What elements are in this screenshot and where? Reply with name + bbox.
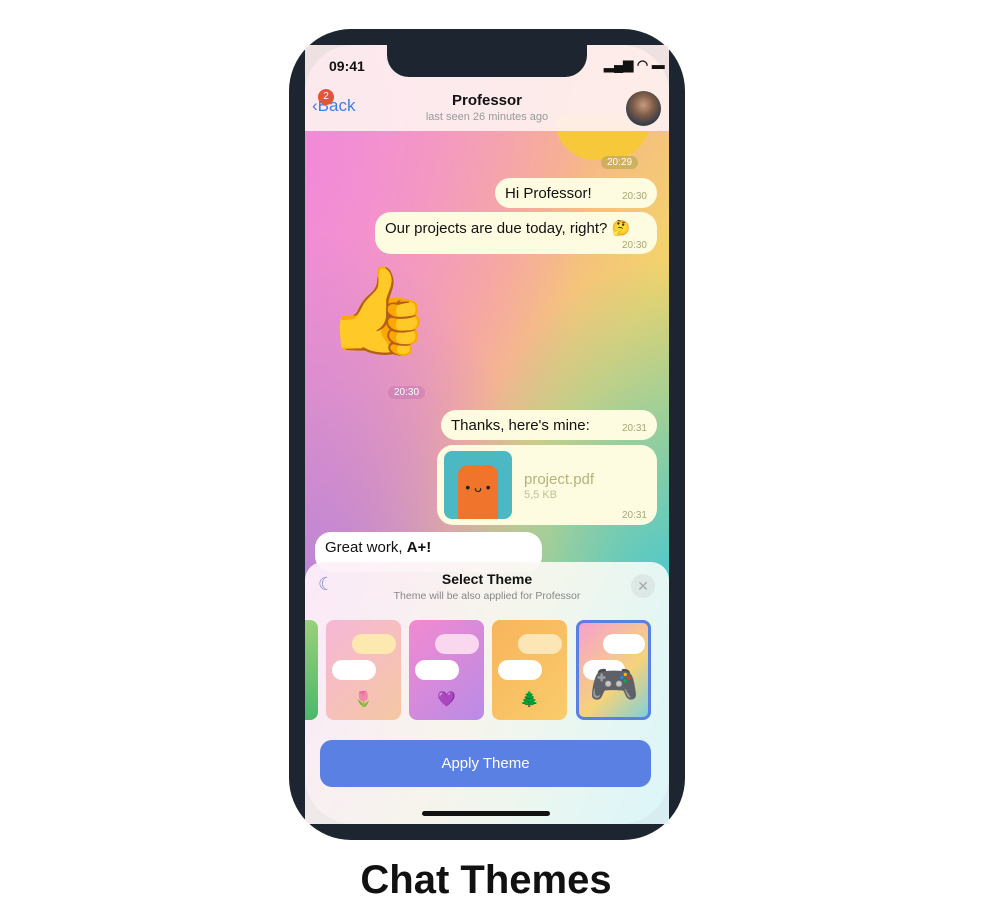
theme-card-selected[interactable]: 🎮 [576,620,651,720]
file-name: project.pdf [524,471,595,488]
message-text-bold: A+! [406,539,432,556]
last-seen: last seen 26 minutes ago [425,111,549,123]
timestamp-pill: 20:29 [601,156,639,169]
heart-icon: 💜 [437,691,456,708]
home-indicator [422,811,550,816]
message-bubble: Thanks, here's mine: 20:31 [441,410,657,440]
sheet-subtitle: Theme will be also applied for Professor [393,590,581,602]
file-message[interactable]: • ᴗ • project.pdf 5,5 KB 20:31 [437,445,657,525]
unread-badge: 2 [318,89,334,105]
message-bubble: Our projects are due today, right? 🤔 20:… [375,212,657,254]
message-text: Great work, [325,539,407,556]
message-text: Hi Professor! [505,185,592,202]
file-size: 5,5 KB [524,489,558,501]
close-icon[interactable]: ✕ [631,574,655,598]
message-time: 20:30 [621,240,647,251]
file-thumbnail: • ᴗ • [444,451,512,519]
sheet-title: Select Theme [441,571,533,587]
tulip-icon: 🌷 [354,691,373,708]
timestamp-pill: 20:30 [388,386,426,399]
chat-title[interactable]: Professor [305,92,669,109]
theme-card-partial[interactable] [305,620,318,720]
apply-theme-button[interactable]: Apply Theme [320,740,651,787]
message-time: 20:31 [621,423,647,434]
tree-icon: 🌲 [520,691,539,708]
message-time: 20:31 [621,510,647,521]
cat-icon: • ᴗ • [458,465,498,519]
message-bubble: Hi Professor! 20:30 [495,178,657,208]
gamepad-icon: 🎮 [589,663,639,707]
thumbs-up-sticker: 👍 [325,263,433,359]
status-time: 09:41 [329,58,365,74]
theme-card[interactable]: 🌷 [326,620,401,720]
theme-card[interactable]: 💜 [409,620,484,720]
status-icons: ▂▄▆ ◠ ▬ [604,57,665,72]
message-text: Thanks, here's mine: [451,417,590,434]
notch [387,45,587,77]
caption: Chat Themes [360,858,612,902]
avatar[interactable] [626,91,661,126]
message-text: Our projects are due today, right? 🤔 [385,220,631,237]
theme-card[interactable]: 🌲 [492,620,567,720]
message-time: 20:30 [621,191,647,202]
